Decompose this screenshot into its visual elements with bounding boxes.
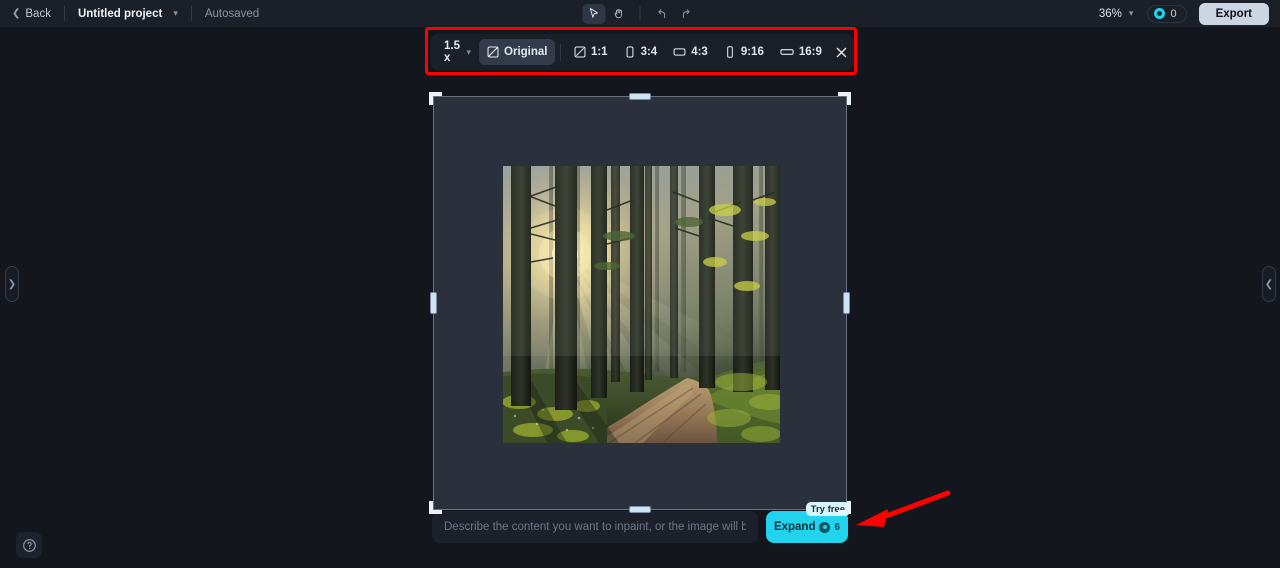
app-root: ❮ Back Untitled project ▾ Autosaved 36% … <box>0 0 1280 568</box>
credit-coin-icon <box>1154 8 1166 19</box>
hand-tool-button[interactable] <box>608 4 631 24</box>
undo-button[interactable] <box>650 4 673 24</box>
resize-handle-bottom-right[interactable] <box>838 501 851 514</box>
crop-original-icon <box>487 46 499 58</box>
ratio-option-label: 9:16 <box>740 46 764 58</box>
resize-handle-top-right[interactable] <box>838 92 851 105</box>
top-bar-tools <box>582 0 698 27</box>
autosave-status: Autosaved <box>204 7 260 20</box>
ratio-option-16-9[interactable]: 16:9 <box>772 39 830 65</box>
canvas-selection-frame[interactable] <box>429 92 851 514</box>
ratio-toolbar: 1.5 x ▾ Original 1:1 3:4 4:3 9:16 16:9 <box>430 34 854 70</box>
question-mark-circle-icon <box>22 538 36 552</box>
resize-handle-bottom[interactable] <box>629 506 651 513</box>
divider <box>63 6 65 21</box>
square-ratio-icon <box>574 46 586 58</box>
select-tool-button[interactable] <box>582 3 606 24</box>
ratio-toolbar-highlight: 1.5 x ▾ Original 1:1 3:4 4:3 9:16 16:9 <box>425 27 857 75</box>
ratio-option-4-3[interactable]: 4:3 <box>665 39 716 65</box>
zoom-level[interactable]: 36% <box>1099 8 1122 20</box>
wide-landscape-ratio-icon <box>780 46 794 58</box>
divider <box>639 6 641 21</box>
pointer-arrow-annotation <box>856 490 951 527</box>
right-panel-toggle[interactable]: ❮ <box>1262 266 1276 302</box>
redo-arrow-icon <box>682 8 690 18</box>
hand-grab-icon <box>614 9 622 19</box>
landscape-ratio-icon <box>673 46 686 58</box>
scale-select[interactable]: 1.5 x ▾ <box>436 38 479 66</box>
back-button-label: Back <box>25 7 51 20</box>
top-bar: ❮ Back Untitled project ▾ Autosaved 36% … <box>0 0 1280 27</box>
scale-select-value: 1.5 x <box>444 40 460 64</box>
credits-badge[interactable]: 0 <box>1147 4 1187 23</box>
chevron-down-icon[interactable]: ▾ <box>173 9 178 18</box>
forest-illustration <box>503 166 780 443</box>
ratio-option-label: 4:3 <box>691 46 708 58</box>
cursor-arrow-icon <box>589 7 599 18</box>
back-button[interactable]: ❮ Back <box>12 8 51 20</box>
expand-button-label: Expand <box>773 521 816 533</box>
export-button[interactable]: Export <box>1198 2 1269 25</box>
ratio-option-original[interactable]: Original <box>479 39 556 65</box>
undo-arrow-icon <box>657 8 665 18</box>
ratio-option-label: 1:1 <box>590 46 608 58</box>
help-button[interactable] <box>16 532 42 558</box>
prompt-bar: Expand 6 Try free <box>432 502 850 543</box>
ratio-option-label: 16:9 <box>798 46 822 58</box>
resize-handle-left[interactable] <box>430 292 437 314</box>
inpaint-prompt-input[interactable] <box>432 511 758 543</box>
ratio-option-label: 3:4 <box>640 46 658 58</box>
chevron-right-icon: ❯ <box>7 278 17 290</box>
redo-button[interactable] <box>675 4 698 24</box>
project-name[interactable]: Untitled project <box>78 8 162 20</box>
ratio-option-label: Original <box>504 46 548 58</box>
expand-cost-label: 6 <box>834 521 841 533</box>
resize-handle-top-left[interactable] <box>429 92 442 105</box>
chevron-down-icon[interactable]: ▾ <box>1129 8 1134 19</box>
credit-coin-icon <box>819 521 831 533</box>
left-panel-toggle[interactable]: ❯ <box>5 266 19 302</box>
chevron-down-icon: ▾ <box>466 46 472 57</box>
tall-portrait-ratio-icon <box>724 46 736 58</box>
top-bar-left: ❮ Back Untitled project ▾ Autosaved <box>0 0 259 27</box>
chevron-left-icon: ❮ <box>1264 278 1274 290</box>
canvas-image[interactable] <box>503 166 780 443</box>
ratio-option-1-1[interactable]: 1:1 <box>566 39 616 65</box>
close-ratio-toolbar-button[interactable] <box>836 39 848 65</box>
portrait-ratio-icon <box>624 46 636 58</box>
top-bar-right: 36% ▾ 0 Export <box>1099 0 1269 27</box>
resize-handle-top[interactable] <box>629 93 651 100</box>
divider <box>190 6 192 21</box>
chevron-left-icon: ❮ <box>12 7 21 19</box>
export-button-label: Export <box>1215 7 1252 20</box>
resize-handle-right[interactable] <box>843 292 850 314</box>
ratio-option-3-4[interactable]: 3:4 <box>616 39 666 65</box>
resize-handle-bottom-left[interactable] <box>429 501 442 514</box>
expand-button[interactable]: Expand 6 Try free <box>766 502 850 543</box>
ratio-option-9-16[interactable]: 9:16 <box>716 39 772 65</box>
credits-count: 0 <box>1170 7 1177 20</box>
close-x-icon <box>837 47 847 57</box>
